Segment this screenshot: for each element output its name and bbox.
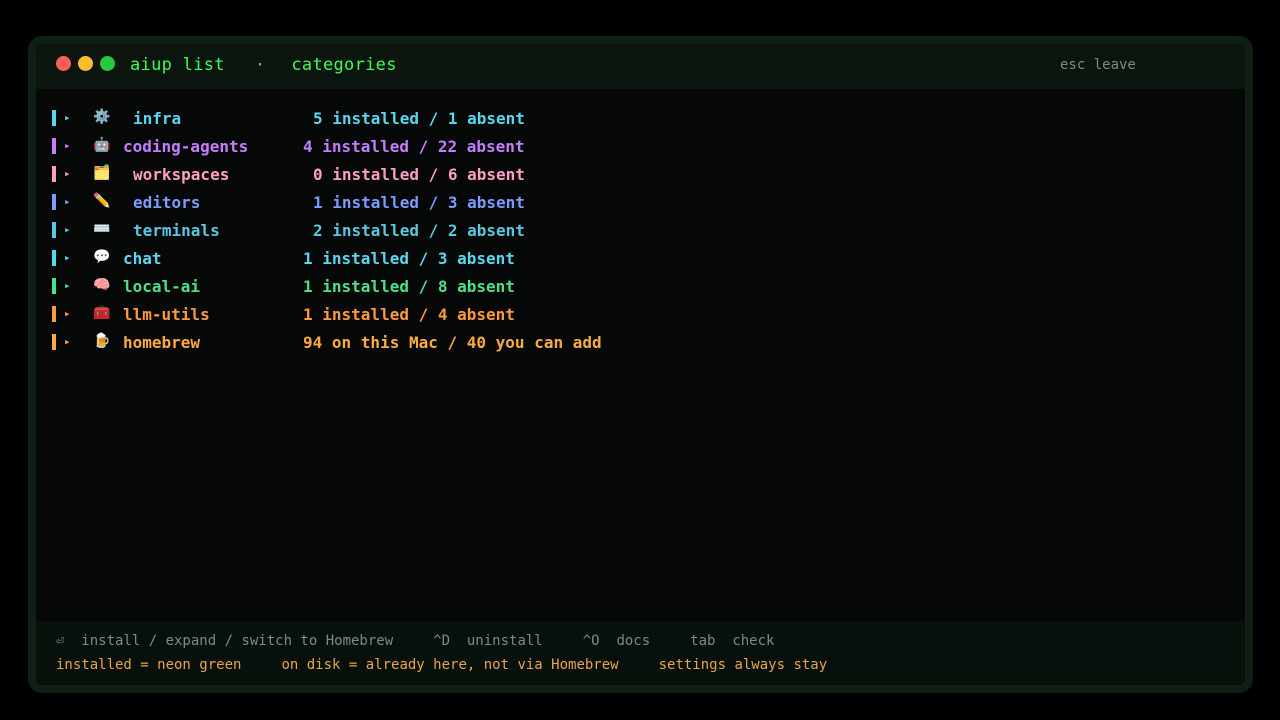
category-row-llm-utils[interactable]: ▸ 🧰 llm-utils 1 installed / 4 absent	[36, 305, 1245, 333]
legend-hint: on disk = already here, not via Homebrew	[281, 657, 619, 673]
category-row-homebrew[interactable]: ▸ 🍺 homebrew 94 on this Mac / 40 you can ad…	[36, 333, 1245, 361]
category-name: local-ai	[123, 277, 201, 296]
category-row-terminals[interactable]: ▸ ⌨️ terminals 2 installed / 2 absent	[36, 221, 1245, 249]
category-icon: 🤖	[93, 137, 111, 153]
legend-hint: settings always stay	[658, 657, 828, 673]
category-icon: 💬	[93, 249, 111, 265]
category-count: 2 installed / 2 absent	[313, 221, 525, 240]
category-list: ▸ ⚙️ infra 5 installed / 1 absent ▸ 🤖 coding-a…	[36, 109, 1245, 361]
category-count: 1 installed / 4 absent	[303, 305, 515, 324]
category-icon: ⚙️	[93, 109, 111, 125]
category-row-chat[interactable]: ▸ 💬 chat 1 installed / 3 absent	[36, 249, 1245, 277]
expand-arrow-icon[interactable]: ▸	[64, 111, 71, 124]
window-title: aiup list · categories	[130, 55, 397, 75]
key-hint: ^D uninstall	[433, 633, 543, 649]
category-count: 1 installed / 8 absent	[303, 277, 515, 296]
row-accent-bar	[52, 166, 56, 182]
expand-arrow-icon[interactable]: ▸	[64, 139, 71, 152]
expand-arrow-icon[interactable]: ▸	[64, 251, 71, 264]
footer: ⏎ install / expand / switch to Homebrew ^…	[36, 621, 1245, 685]
command-label: aiup list	[130, 55, 225, 75]
category-name: terminals	[133, 221, 220, 240]
category-count: 94 on this Mac / 40 you can add	[303, 333, 602, 352]
category-icon: 🧰	[93, 305, 111, 321]
row-accent-bar	[52, 222, 56, 238]
minimize-window-button[interactable]	[78, 56, 93, 71]
category-count: 0 installed / 6 absent	[313, 165, 525, 184]
category-row-local-ai[interactable]: ▸ 🧠 local-ai 1 installed / 8 absent	[36, 277, 1245, 305]
category-count: 4 installed / 22 absent	[303, 137, 525, 156]
view-label: categories	[291, 55, 397, 75]
expand-arrow-icon[interactable]: ▸	[64, 335, 71, 348]
category-count: 5 installed / 1 absent	[313, 109, 525, 128]
category-row-infra[interactable]: ▸ ⚙️ infra 5 installed / 1 absent	[36, 109, 1245, 137]
close-window-button[interactable]	[56, 56, 71, 71]
category-icon: 🍺	[93, 333, 111, 349]
keybinding-hints: ⏎ install / expand / switch to Homebrew ^…	[56, 633, 814, 649]
row-accent-bar	[52, 306, 56, 322]
category-count: 1 installed / 3 absent	[313, 193, 525, 212]
category-name: chat	[123, 249, 162, 268]
category-row-coding-agents[interactable]: ▸ 🤖 coding-agents 4 installed / 22 absent	[36, 137, 1245, 165]
expand-arrow-icon[interactable]: ▸	[64, 279, 71, 292]
row-accent-bar	[52, 194, 56, 210]
row-accent-bar	[52, 138, 56, 154]
esc-leave-hint: esc leave	[1060, 57, 1136, 73]
row-accent-bar	[52, 250, 56, 266]
category-name: workspaces	[133, 165, 230, 184]
row-accent-bar	[52, 334, 56, 350]
category-name: infra	[133, 109, 182, 128]
legend-hint: installed = neon green	[56, 657, 242, 673]
key-hint: tab check	[690, 633, 775, 649]
maximize-window-button[interactable]	[100, 56, 115, 71]
expand-arrow-icon[interactable]: ▸	[64, 195, 71, 208]
expand-arrow-icon[interactable]: ▸	[64, 167, 71, 180]
category-icon: ✏️	[93, 193, 111, 209]
row-accent-bar	[52, 110, 56, 126]
category-name: editors	[133, 193, 201, 212]
category-icon: ⌨️	[93, 221, 111, 237]
category-count: 1 installed / 3 absent	[303, 249, 515, 268]
expand-arrow-icon[interactable]: ▸	[64, 223, 71, 236]
legend-hints: installed = neon green on disk = already …	[56, 657, 867, 673]
category-name: coding-agents	[123, 137, 249, 156]
category-name: homebrew	[123, 333, 201, 352]
category-row-workspaces[interactable]: ▸ 🗂️ workspaces 0 installed / 6 absent	[36, 165, 1245, 193]
row-accent-bar	[52, 278, 56, 294]
expand-arrow-icon[interactable]: ▸	[64, 307, 71, 320]
title-bar: aiup list · categories esc leave	[36, 44, 1245, 89]
title-separator: ·	[254, 55, 266, 75]
category-icon: 🗂️	[93, 165, 111, 181]
category-name: llm-utils	[123, 305, 210, 324]
key-hint: ⏎ install / expand / switch to Homebrew	[56, 633, 394, 649]
category-row-editors[interactable]: ▸ ✏️ editors 1 installed / 3 absent	[36, 193, 1245, 221]
key-hint: ^O docs	[582, 633, 651, 649]
category-icon: 🧠	[93, 277, 111, 293]
terminal-window: aiup list · categories esc leave ▸ ⚙️ infra 5…	[28, 36, 1253, 693]
